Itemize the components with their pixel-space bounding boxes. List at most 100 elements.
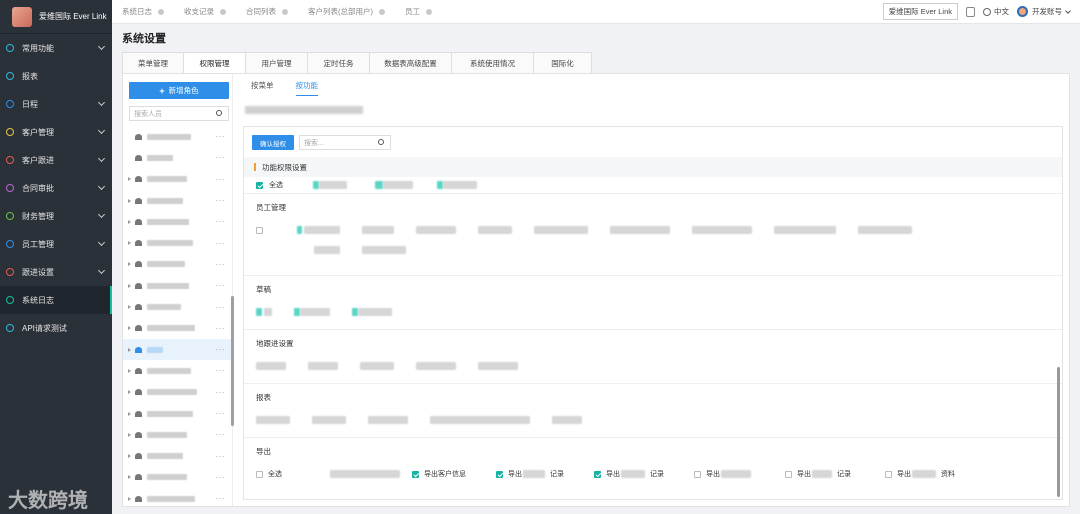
permission-subtab[interactable]: 按功能 <box>295 80 318 96</box>
select-all-checkbox[interactable] <box>256 181 263 189</box>
sidebar-item[interactable]: 常用功能 <box>0 34 112 62</box>
help-icon[interactable] <box>966 6 975 17</box>
search-icon[interactable] <box>216 110 222 116</box>
caret-right-icon[interactable] <box>128 241 131 246</box>
export-item[interactable]: 导出 记录 <box>594 469 664 479</box>
more-icon[interactable]: ··· <box>216 430 226 439</box>
caret-right-icon[interactable] <box>128 198 131 203</box>
sidebar-item[interactable]: 客户跟进 <box>0 146 112 174</box>
add-role-button[interactable]: + 新增角色 <box>129 82 229 99</box>
checkbox[interactable] <box>496 470 503 478</box>
close-icon[interactable] <box>282 8 288 15</box>
role-item[interactable]: ··· <box>123 445 231 466</box>
checkbox[interactable] <box>412 470 419 478</box>
settings-tab[interactable]: 数据表高级配置 <box>370 52 452 74</box>
more-icon[interactable]: ··· <box>216 260 226 269</box>
sidebar-item[interactable]: 合同审批 <box>0 174 112 202</box>
checkbox[interactable] <box>694 470 701 478</box>
caret-right-icon[interactable] <box>128 454 131 459</box>
export-item[interactable]: 导出 记录 <box>785 469 851 479</box>
more-icon[interactable]: ··· <box>216 196 226 205</box>
more-icon[interactable]: ··· <box>216 473 226 482</box>
sidebar-item[interactable]: 日程 <box>0 90 112 118</box>
role-item[interactable]: ··· <box>123 382 231 403</box>
close-icon[interactable] <box>379 8 385 15</box>
permission-search-input[interactable]: 搜索... <box>299 135 391 150</box>
more-icon[interactable]: ··· <box>216 217 226 226</box>
open-tab[interactable]: 合同列表 <box>236 6 298 17</box>
sidebar-item[interactable]: 跟进设置 <box>0 258 112 286</box>
close-icon[interactable] <box>426 8 432 15</box>
sidebar-item[interactable]: 客户管理 <box>0 118 112 146</box>
more-icon[interactable]: ··· <box>216 175 226 184</box>
checkbox[interactable] <box>256 470 263 478</box>
open-tab[interactable]: 系统日志 <box>112 6 174 17</box>
sidebar-item[interactable]: 系统日志 <box>0 286 112 314</box>
more-icon[interactable]: ··· <box>216 281 226 290</box>
more-icon[interactable]: ··· <box>216 366 226 375</box>
role-item[interactable]: ··· <box>123 424 231 445</box>
more-icon[interactable]: ··· <box>216 494 226 503</box>
search-icon[interactable] <box>378 139 384 145</box>
settings-tab[interactable]: 国际化 <box>534 52 592 74</box>
export-item[interactable]: 导出 资料 <box>885 469 955 479</box>
settings-tab[interactable]: 系统使用情况 <box>452 52 534 74</box>
sidebar-item[interactable]: 报表 <box>0 62 112 90</box>
more-icon[interactable]: ··· <box>216 388 226 397</box>
caret-right-icon[interactable] <box>128 432 131 437</box>
permission-subtab[interactable]: 按菜单 <box>251 80 274 96</box>
more-icon[interactable]: ··· <box>216 345 226 354</box>
settings-tab[interactable]: 定时任务 <box>308 52 370 74</box>
role-item[interactable]: ··· <box>123 169 231 190</box>
permission-scrollbar[interactable] <box>1057 367 1060 497</box>
caret-right-icon[interactable] <box>128 326 131 331</box>
caret-right-icon[interactable] <box>128 368 131 373</box>
sidebar-item[interactable]: 财务管理 <box>0 202 112 230</box>
role-item[interactable]: ··· <box>123 360 231 381</box>
sidebar-item[interactable]: API请求测试 <box>0 314 112 342</box>
confirm-auth-button[interactable]: 确认授权 <box>252 135 294 150</box>
caret-right-icon[interactable] <box>128 496 131 501</box>
role-item[interactable]: ··· <box>123 147 231 168</box>
role-item[interactable]: ··· <box>123 232 231 253</box>
role-item[interactable]: ··· <box>123 338 231 361</box>
role-item[interactable]: ··· <box>123 211 231 232</box>
checkbox[interactable] <box>885 470 892 478</box>
export-item[interactable]: 导出客户信息 <box>412 469 466 479</box>
caret-right-icon[interactable] <box>128 219 131 224</box>
more-icon[interactable]: ··· <box>216 239 226 248</box>
sidebar-item[interactable]: 员工管理 <box>0 230 112 258</box>
role-item[interactable]: ··· <box>123 509 231 514</box>
export-item[interactable]: 全选 <box>256 469 282 479</box>
more-icon[interactable]: ··· <box>216 452 226 461</box>
open-tab[interactable]: 客户列表(总部用户) <box>298 6 395 17</box>
role-item[interactable]: ··· <box>123 488 231 509</box>
account-menu[interactable]: 开发账号 <box>1017 6 1071 17</box>
caret-right-icon[interactable] <box>128 411 131 416</box>
role-item[interactable]: ··· <box>123 403 231 424</box>
app-logo[interactable]: 爱维国际 Ever Link <box>0 0 112 34</box>
caret-right-icon[interactable] <box>128 347 131 352</box>
caret-right-icon[interactable] <box>128 177 131 182</box>
caret-right-icon[interactable] <box>128 305 131 310</box>
close-icon[interactable] <box>220 8 226 15</box>
role-item[interactable]: ··· <box>123 275 231 296</box>
more-icon[interactable]: ··· <box>216 409 226 418</box>
caret-right-icon[interactable] <box>128 283 131 288</box>
settings-tab[interactable]: 用户管理 <box>246 52 308 74</box>
close-icon[interactable] <box>158 8 164 15</box>
checkbox[interactable] <box>785 470 792 478</box>
more-icon[interactable]: ··· <box>216 132 226 141</box>
export-item[interactable]: 导出 记录 <box>496 469 564 479</box>
role-item[interactable]: ··· <box>123 318 231 339</box>
open-tab[interactable]: 收支记录 <box>174 6 236 17</box>
more-icon[interactable]: ··· <box>216 303 226 312</box>
settings-tab[interactable]: 权限管理 <box>184 52 246 74</box>
more-icon[interactable]: ··· <box>216 324 226 333</box>
caret-right-icon[interactable] <box>128 475 131 480</box>
language-switch[interactable]: 中文 <box>983 6 1009 17</box>
more-icon[interactable]: ··· <box>216 153 226 162</box>
role-item[interactable]: ··· <box>123 126 231 147</box>
settings-tab[interactable]: 菜单管理 <box>122 52 184 74</box>
checkbox[interactable] <box>256 226 263 234</box>
